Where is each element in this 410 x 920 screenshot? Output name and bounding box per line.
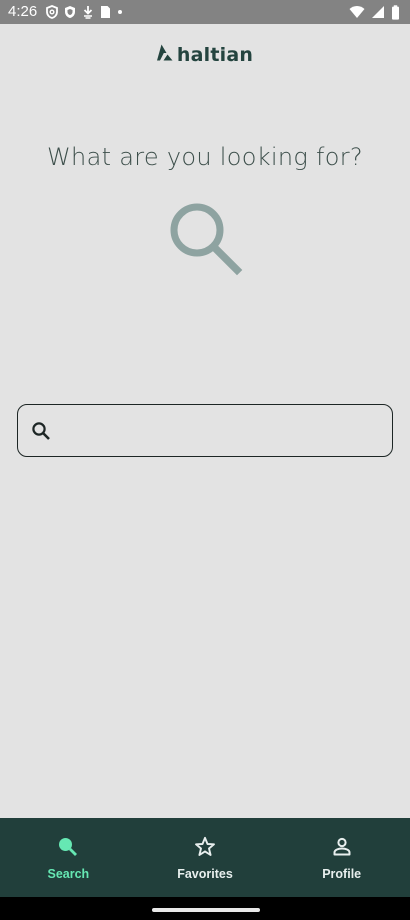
- logo-mark-icon: [156, 44, 173, 66]
- security-shield-icon: [64, 5, 76, 19]
- status-left-icons: [46, 4, 123, 20]
- app-screen: 4:26 haltian What are you looking for? S…: [0, 0, 410, 920]
- search-icon: [31, 421, 52, 442]
- system-gesture-bar: [0, 897, 410, 920]
- person-icon: [330, 835, 354, 859]
- sim-card-icon: [100, 5, 111, 19]
- nav-item-favorites[interactable]: Favorites: [137, 818, 274, 897]
- battery-icon: [391, 4, 400, 20]
- status-bar: 4:26: [0, 0, 410, 24]
- search-icon: [166, 200, 244, 278]
- logo-text: haltian: [176, 44, 254, 66]
- nav-item-search[interactable]: Search: [0, 818, 137, 897]
- search-input[interactable]: [64, 405, 388, 458]
- gesture-handle[interactable]: [152, 908, 260, 912]
- vpn-shield-icon: [46, 5, 58, 19]
- nav-item-profile[interactable]: Profile: [273, 818, 410, 897]
- star-icon: [193, 835, 217, 859]
- nav-label-favorites: Favorites: [177, 867, 233, 881]
- status-right-icons: [349, 4, 400, 20]
- download-icon: [82, 5, 94, 19]
- nav-label-profile: Profile: [322, 867, 362, 881]
- cellular-signal-icon: [371, 5, 385, 19]
- dot-icon: [117, 5, 123, 19]
- search-field[interactable]: [17, 404, 393, 458]
- app-logo: haltian: [0, 44, 410, 66]
- bottom-navigation: Search Favorites Profile: [0, 818, 410, 897]
- page-heading: What are you looking for?: [47, 143, 363, 171]
- search-icon: [56, 835, 80, 859]
- wifi-icon: [349, 5, 365, 19]
- nav-label-search: Search: [47, 867, 90, 881]
- status-time: 4:26: [8, 3, 38, 20]
